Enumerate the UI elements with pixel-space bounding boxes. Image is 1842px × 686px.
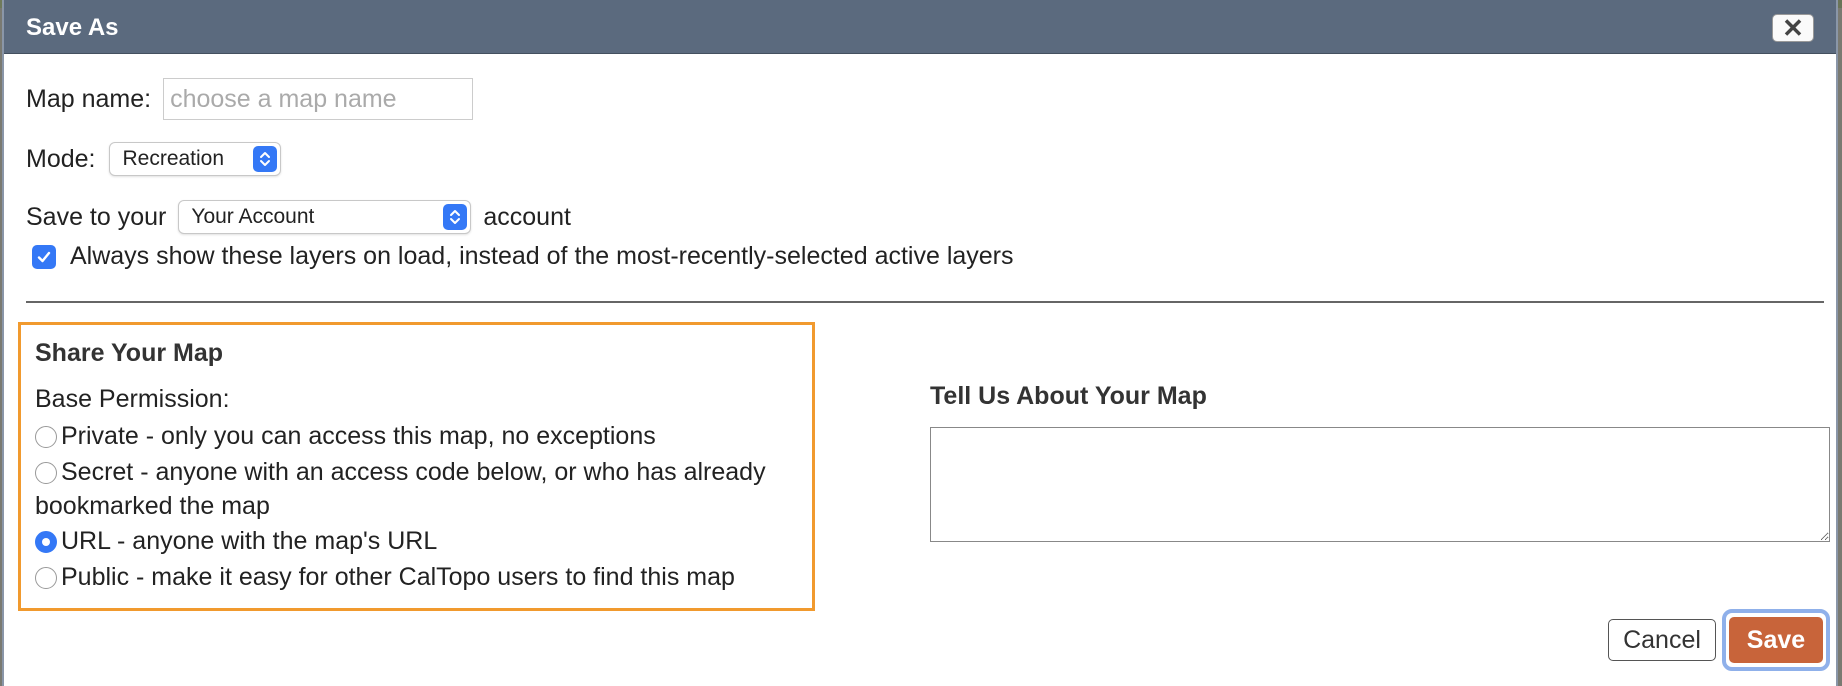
permission-url-label: URL - anyone with the map's URL [61,527,438,555]
save-to-row: Save to your Your Account account [26,200,571,234]
map-name-row: Map name: [26,78,474,120]
section-divider [26,301,1824,303]
about-textarea[interactable] [930,427,1830,542]
permission-public-label: Public - make it easy for other CalTopo … [61,563,735,591]
save-to-prefix: Save to your [26,202,167,231]
share-heading: Share Your Map [35,339,224,367]
mode-selected-value: Recreation [122,147,225,170]
share-your-map-section: Share Your Map Base Permission: Private … [18,322,815,611]
mode-row: Mode: Recreation [26,142,282,176]
radio-secret[interactable] [35,462,57,484]
cancel-button[interactable]: Cancel [1608,619,1716,661]
mode-select[interactable]: Recreation [109,142,282,176]
save-as-dialog: Save As ✕ Map name: Mode: Recreation Sav… [2,0,1838,686]
base-permission-label: Base Permission: [35,385,230,413]
permission-option-private[interactable]: Private - only you can access this map, … [35,419,805,453]
always-show-layers-row: Always show these layers on load, instea… [32,242,1014,271]
save-button[interactable]: Save [1729,617,1823,663]
map-name-input[interactable] [163,78,474,120]
radio-url[interactable] [35,531,57,553]
account-select[interactable]: Your Account [178,200,472,234]
save-to-suffix: account [483,202,571,231]
map-name-label: Map name: [26,84,152,113]
close-button[interactable]: ✕ [1772,14,1814,42]
permission-private-label: Private - only you can access this map, … [61,422,656,450]
radio-private[interactable] [35,426,57,448]
select-arrows-icon [253,146,278,172]
permission-option-public[interactable]: Public - make it easy for other CalTopo … [35,560,805,594]
permission-option-url[interactable]: URL - anyone with the map's URL [35,524,805,558]
radio-public[interactable] [35,567,57,589]
always-show-layers-checkbox[interactable] [32,244,56,269]
about-heading: Tell Us About Your Map [930,382,1207,410]
checkmark-icon [37,251,51,262]
permission-option-secret[interactable]: Secret - anyone with an access code belo… [35,455,805,523]
account-selected-value: Your Account [191,205,315,228]
dialog-titlebar: Save As ✕ [4,0,1836,54]
close-icon: ✕ [1782,13,1804,43]
dialog-title: Save As [26,14,119,41]
permission-secret-label: Secret - anyone with an access code belo… [35,458,766,520]
select-arrows-icon [443,204,468,230]
always-show-layers-label: Always show these layers on load, instea… [70,242,1014,270]
mode-label: Mode: [26,144,96,173]
